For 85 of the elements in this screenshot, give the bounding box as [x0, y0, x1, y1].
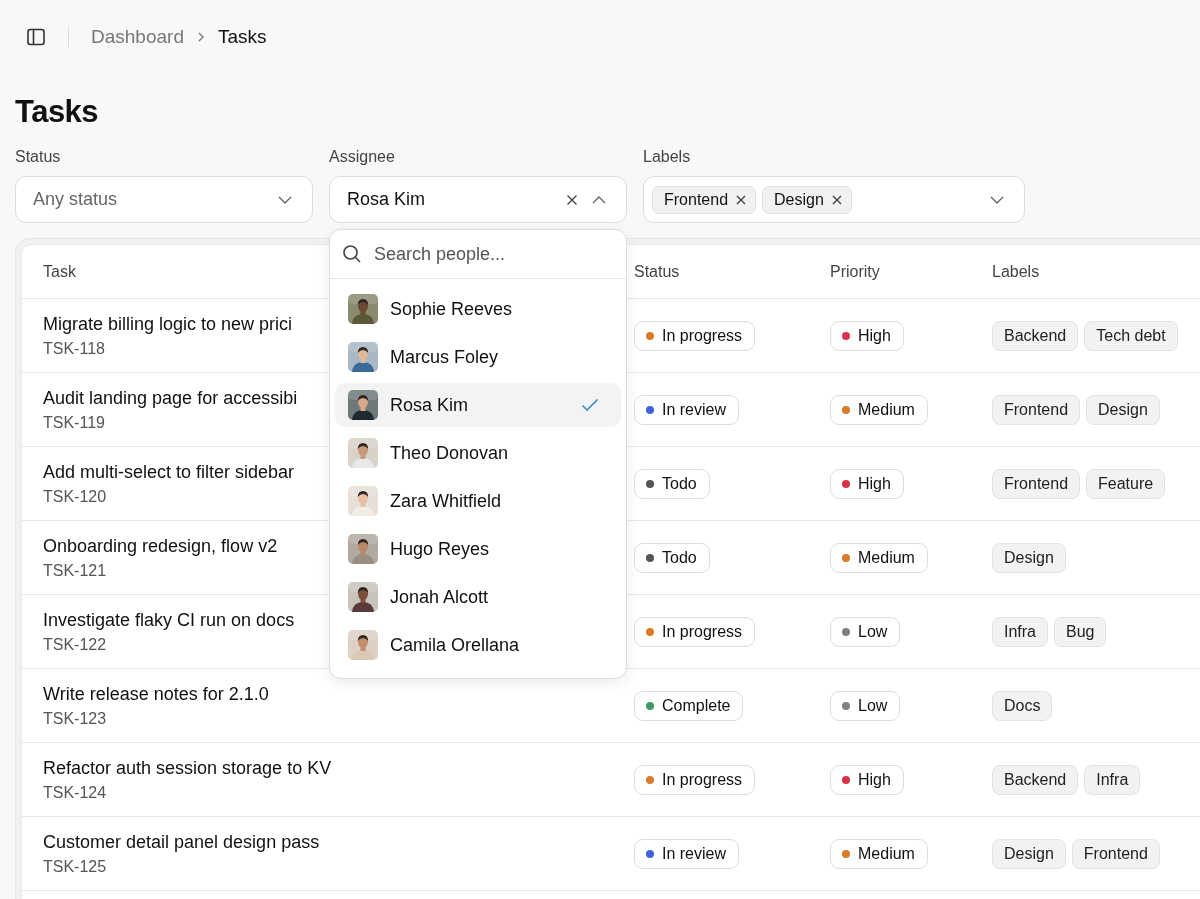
select-value: Rosa Kim	[347, 189, 426, 210]
person-option[interactable]: Zara Whitfield	[335, 479, 621, 523]
filter-select[interactable]: Any status	[15, 176, 313, 223]
person-option[interactable]: Marcus Foley	[335, 335, 621, 379]
filter-select[interactable]: Frontend Design	[643, 176, 1025, 223]
clear-icon[interactable]	[566, 193, 578, 206]
priority-text: High	[858, 474, 891, 493]
status-text: In progress	[662, 326, 743, 345]
task-id: TSK-122	[43, 635, 107, 654]
person-name: Marcus Foley	[390, 346, 499, 368]
task-id: TSK-124	[43, 783, 107, 802]
task-title: Migrate billing logic to new prici	[43, 313, 293, 335]
status-text: In progress	[662, 770, 743, 789]
filter-label: Labels	[643, 148, 692, 166]
search-icon	[342, 244, 362, 264]
person-option[interactable]: Jonah Alcott	[335, 575, 621, 619]
label-tag: Tech debt	[1084, 320, 1178, 351]
column-header: Task	[42, 262, 77, 281]
priority-text: High	[858, 770, 891, 789]
search-field[interactable]: Search people...	[372, 242, 614, 266]
sidebar-toggle-icon[interactable]	[26, 27, 46, 47]
priority-text: Low	[858, 696, 888, 715]
person-option[interactable]: Hugo Reyes	[335, 527, 621, 571]
priority-text: High	[858, 326, 891, 345]
priority-text: Medium	[858, 844, 915, 863]
label-tag: Design	[1086, 394, 1160, 425]
label-tag: Docs	[992, 690, 1053, 721]
task-title: Onboarding redesign, flow v2	[43, 535, 278, 557]
person-name: Hugo Reyes	[390, 538, 490, 560]
remove-icon[interactable]	[831, 194, 842, 205]
person-name: Jonah Alcott	[390, 586, 489, 608]
select-placeholder: Any status	[33, 189, 118, 210]
person-name: Theo Donovan	[390, 442, 509, 464]
status-text: In review	[662, 400, 727, 419]
tag-label: Frontend	[664, 190, 729, 209]
column-header: Labels	[992, 262, 1041, 281]
task-title: Investigate flaky CI run on docs	[43, 609, 295, 631]
task-id: TSK-121	[43, 561, 107, 580]
task-id: TSK-120	[43, 487, 107, 506]
task-title: Refactor auth session storage to KV	[43, 757, 332, 779]
label-tag: Design	[992, 838, 1066, 869]
page-title: Tasks	[15, 94, 100, 130]
person-name: Camila Orellana	[390, 634, 520, 656]
filter-label: Assignee	[329, 148, 396, 166]
label-tag: Design	[992, 542, 1066, 573]
person-option[interactable]: Sophie Reeves	[335, 287, 621, 331]
priority-text: Medium	[858, 400, 915, 419]
label-tag: Frontend	[992, 394, 1081, 425]
status-text: Todo	[662, 474, 697, 493]
label-tag: Frontend	[1071, 838, 1160, 869]
remove-icon[interactable]	[736, 194, 747, 205]
person-name: Rosa Kim	[390, 394, 469, 416]
breadcrumb-link[interactable]: Dashboard	[91, 26, 184, 48]
label-tag: Infra	[1084, 764, 1141, 795]
task-title: Write release notes for 2.1.0	[43, 683, 269, 705]
person-option[interactable]: Camila Orellana	[335, 623, 621, 667]
tag-label: Design	[774, 190, 824, 209]
label-tag: Bug	[1054, 616, 1107, 647]
filter-select[interactable]: Rosa Kim	[329, 176, 627, 223]
task-id: TSK-119	[43, 413, 105, 432]
label-tag: Feature	[1086, 468, 1166, 499]
person-name: Sophie Reeves	[390, 298, 513, 320]
priority-text: Medium	[858, 548, 915, 567]
person-option[interactable]: Rosa Kim	[335, 383, 621, 427]
person-name: Zara Whitfield	[390, 490, 502, 512]
person-option[interactable]: Theo Donovan	[335, 431, 621, 475]
label-tag: Backend	[992, 764, 1079, 795]
task-id: TSK-118	[43, 339, 105, 358]
task-id: TSK-123	[43, 709, 107, 728]
label-tag: Backend	[992, 320, 1079, 351]
status-text: Complete	[662, 696, 731, 715]
status-text: Todo	[662, 548, 697, 567]
task-title: Add multi-select to filter sidebar	[43, 461, 295, 483]
label-tag: Frontend	[992, 468, 1081, 499]
status-text: In review	[662, 844, 727, 863]
column-header: Status	[634, 262, 681, 281]
filter-label: Status	[15, 148, 62, 166]
task-title: Audit landing page for accessibi	[43, 387, 298, 409]
label-tag: Infra	[992, 616, 1048, 647]
column-header: Priority	[830, 262, 881, 281]
task-title: Customer detail panel design pass	[43, 831, 320, 853]
status-text: In progress	[662, 622, 743, 641]
task-id: TSK-125	[43, 857, 107, 876]
priority-text: Low	[858, 622, 888, 641]
check-icon	[581, 398, 599, 412]
